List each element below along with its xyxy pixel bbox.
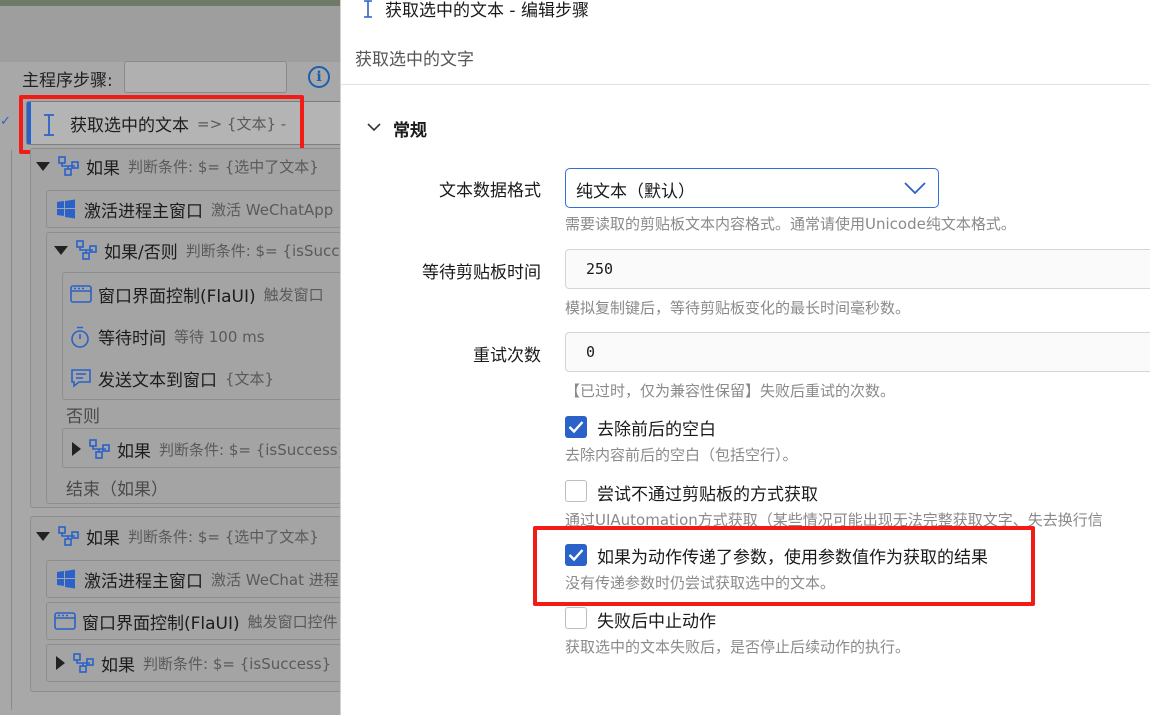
tree-row-send-text[interactable]: 发送文本到窗口 {文本} <box>70 360 340 396</box>
retry-help: 【已过时，仅为兼容性保留】失败后重试的次数。 <box>565 382 896 400</box>
expand-icon[interactable] <box>72 442 81 456</box>
row-detail: 等待 100 ms <box>174 327 265 346</box>
row-detail: 判断条件: $= {选中了文本} <box>128 527 319 546</box>
format-select[interactable]: 纯文本（默认） <box>565 168 939 208</box>
row-detail: 激活 WeChatApp <box>211 200 334 219</box>
tree-row-endif: 结束（如果） <box>66 469 340 505</box>
row-detail: 触发窗口控件 <box>247 612 338 631</box>
trim-whitespace-checkbox[interactable] <box>565 416 587 438</box>
format-label: 文本数据格式 <box>439 181 541 201</box>
windows-icon <box>56 199 76 219</box>
branch-icon <box>73 653 94 673</box>
main-steps-label: 主程序步骤: <box>22 71 113 91</box>
chevron-down-icon[interactable] <box>367 120 381 134</box>
abort-on-fail-help: 获取选中的文本失败后，是否停止后续动作的执行。 <box>565 638 911 656</box>
tree-row-window-control[interactable]: 窗口界面控制(FlaUI) 触发窗口 <box>70 276 340 312</box>
dialog-title: 获取选中的文本 - 编辑步骤 <box>385 1 589 21</box>
row-name: 如果 <box>117 441 151 462</box>
main-steps-input[interactable] <box>124 61 287 93</box>
divider <box>341 84 1150 85</box>
row-name: 窗口界面控制(FlaUI) <box>98 286 256 307</box>
abort-on-fail-label[interactable]: 失败后中止动作 <box>597 607 716 632</box>
collapse-icon[interactable] <box>54 245 68 255</box>
abort-on-fail-checkbox[interactable] <box>565 607 587 629</box>
row-detail: 判断条件: $= {选中了文本} <box>128 157 319 176</box>
trim-whitespace-help: 去除内容前后的空白（包括空行）。 <box>565 446 798 464</box>
info-icon[interactable]: i <box>308 66 330 88</box>
tree-row-if-1[interactable]: 如果 判断条件: $= {选中了文本} <box>36 148 340 184</box>
window-icon <box>54 611 76 631</box>
row-name: 如果/否则 <box>104 242 178 263</box>
wait-input-value: 250 <box>586 260 614 278</box>
row-name: 结束（如果） <box>66 479 168 500</box>
tree-row-wait[interactable]: 等待时间 等待 100 ms <box>70 318 340 354</box>
row-name: 发送文本到窗口 <box>98 370 217 391</box>
tree-row-if-3[interactable]: 如果 判断条件: $= {选中了文本} <box>36 518 340 554</box>
row-detail: 判断条件: $= {isSuccess} <box>143 654 332 673</box>
no-clipboard-checkbox[interactable] <box>565 480 587 502</box>
no-clipboard-label[interactable]: 尝试不通过剪贴板的方式获取 <box>597 480 818 505</box>
branch-icon <box>89 439 110 459</box>
message-icon <box>70 368 91 388</box>
text-cursor-icon <box>364 0 372 18</box>
wait-input[interactable]: 250 <box>565 249 1150 289</box>
row-name: 窗口界面控制(FlaUI) <box>82 613 240 634</box>
stopwatch-icon <box>70 326 90 348</box>
row-detail: 触发窗口 <box>263 285 324 304</box>
tree-row-else: 否则 <box>66 396 340 432</box>
retry-input[interactable]: 0 <box>565 332 1150 372</box>
branch-icon <box>58 526 79 546</box>
edit-step-dialog: 获取选中的文本 - 编辑步骤 获取选中的文字 常规 文本数据格式 纯文本（默认）… <box>340 0 1150 715</box>
retry-label: 重试次数 <box>473 346 541 366</box>
row-detail: 判断条件: $= {isSuccess} <box>185 241 340 260</box>
branch-icon <box>76 240 97 260</box>
tree-row-window-control-2[interactable]: 窗口界面控制(FlaUI) 触发窗口控件 <box>54 603 340 639</box>
row-name: 如果 <box>101 655 135 676</box>
top-strip <box>0 0 340 62</box>
format-help: 需要读取的剪贴板文本内容格式。通常请使用Unicode纯文本格式。 <box>565 215 1016 233</box>
highlight-box-step <box>19 95 304 154</box>
window-icon <box>70 284 92 304</box>
branch-icon <box>58 156 79 176</box>
tree-row-activate-2[interactable]: 激活进程主窗口 激活 WeChat 进程 <box>56 561 340 597</box>
wait-help: 模拟复制键后，等待剪贴板变化的最长时间毫秒数。 <box>565 299 911 317</box>
row-name: 激活进程主窗口 <box>84 201 203 222</box>
row-detail: 判断条件: $= {isSuccess} <box>159 440 340 459</box>
tree-row-activate-1[interactable]: 激活进程主窗口 激活 WeChatApp <box>56 191 340 227</box>
collapse-icon[interactable] <box>36 531 50 541</box>
row-name: 等待时间 <box>98 328 166 349</box>
retry-input-value: 0 <box>586 343 596 361</box>
collapse-icon[interactable] <box>36 161 50 171</box>
row-detail: 激活 WeChat 进程 <box>211 570 339 589</box>
windows-icon <box>56 569 76 589</box>
row-name: 否则 <box>66 406 100 427</box>
row-name: 激活进程主窗口 <box>84 571 203 592</box>
row-detail: {文本} <box>225 369 275 388</box>
format-select-value: 纯文本（默认） <box>576 182 695 202</box>
section-general-title[interactable]: 常规 <box>393 116 427 141</box>
chevron-down-icon <box>904 182 926 195</box>
check-mark-icon: ✓ <box>0 114 11 129</box>
row-name: 如果 <box>86 528 120 549</box>
row-name: 如果 <box>86 158 120 179</box>
dialog-subtitle: 获取选中的文字 <box>355 50 474 70</box>
tree-row-if-4[interactable]: 如果 判断条件: $= {isSuccess} <box>56 645 340 681</box>
wait-label: 等待剪贴板时间 <box>422 263 541 283</box>
step-tree-panel: 主程序步骤: i 获取选中的文本 => {文本} - ✓ 如果 判断条件: $=… <box>0 0 340 715</box>
tree-row-if-2[interactable]: 如果 判断条件: $= {isSuccess} <box>72 431 340 467</box>
trim-whitespace-label[interactable]: 去除前后的空白 <box>597 415 716 440</box>
tree-guide <box>11 150 12 710</box>
highlight-box-option <box>533 526 1035 606</box>
tree-row-ifelse[interactable]: 如果/否则 判断条件: $= {isSuccess} <box>54 232 340 268</box>
expand-icon[interactable] <box>56 656 65 670</box>
